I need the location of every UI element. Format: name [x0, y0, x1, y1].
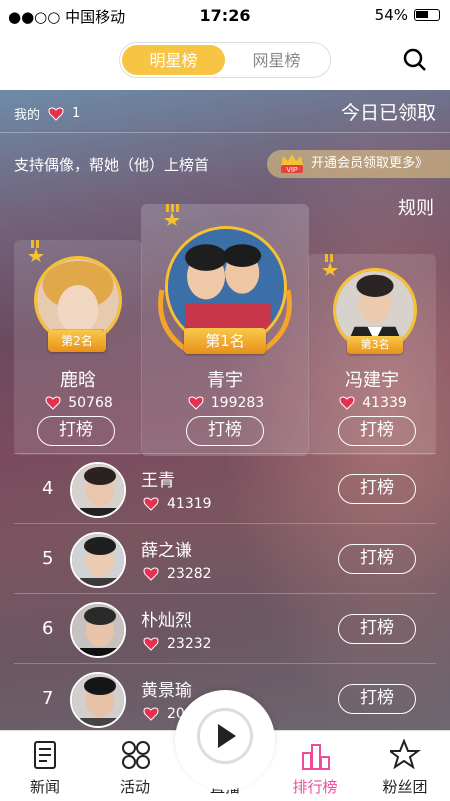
tab-fans[interactable]: 粉丝团	[360, 731, 450, 801]
star-name: 朴灿烈	[141, 611, 192, 631]
podium-icon	[302, 744, 330, 770]
live-play-button[interactable]	[175, 690, 275, 790]
rank-number: 4	[42, 478, 54, 499]
play-ring	[197, 708, 253, 764]
avatar[interactable]	[70, 532, 126, 588]
vote-button[interactable]: 打榜	[338, 614, 416, 644]
score-value: 41319	[167, 496, 212, 512]
my-label: 我的	[14, 108, 41, 123]
activity-icon	[122, 741, 150, 769]
rank-number: 6	[42, 618, 54, 639]
tab-web-star-ranking[interactable]: 网星榜	[225, 45, 328, 75]
vip-button[interactable]: VIP 开通会员领取更多》	[267, 150, 450, 178]
tab-news[interactable]: 新闻	[0, 731, 90, 801]
rank1-badge: 第1名	[184, 328, 266, 354]
heart-icon	[143, 497, 159, 511]
heart-icon	[143, 637, 159, 651]
rank2-name: 鹿晗	[60, 370, 96, 391]
heart-icon	[339, 396, 355, 410]
vote-button[interactable]: 打榜	[338, 474, 416, 504]
star-name: 薛之谦	[141, 541, 192, 561]
medal-icon	[28, 240, 44, 262]
avatar[interactable]	[70, 462, 126, 518]
vote-button-rank2[interactable]: 打榜	[37, 416, 115, 446]
vip-label: 开通会员领取更多》	[311, 156, 429, 171]
my-count: 1	[72, 106, 81, 121]
score-value: 23282	[167, 566, 212, 582]
heart-icon	[143, 707, 159, 721]
score-value: 50768	[68, 395, 113, 411]
support-text: 支持偶像，帮她（他）上榜首	[14, 156, 210, 174]
heart-icon	[45, 396, 61, 410]
rank3-name: 冯建宇	[345, 370, 399, 391]
vote-button-rank3[interactable]: 打榜	[338, 416, 416, 446]
vote-button-rank1[interactable]: 打榜	[186, 416, 264, 446]
tab-label: 新闻	[29, 778, 60, 796]
list-item[interactable]: 6 朴灿烈 23232 打榜	[14, 593, 436, 663]
heart-icon	[188, 396, 204, 410]
medal-icon	[164, 204, 180, 226]
star-icon	[390, 739, 421, 770]
battery-icon	[414, 9, 440, 21]
avatar[interactable]	[70, 602, 126, 658]
tab-label: 排行榜	[292, 778, 338, 796]
top-navigation: 明星榜 网星榜	[0, 30, 450, 90]
svg-text:VIP: VIP	[286, 167, 298, 174]
rank3-score: 41339	[308, 395, 436, 411]
search-icon[interactable]	[402, 47, 428, 73]
play-icon	[218, 724, 236, 748]
vote-button[interactable]: 打榜	[338, 544, 416, 574]
list-item[interactable]: 5 薛之谦 23282 打榜	[14, 523, 436, 593]
medal-icon	[322, 254, 338, 276]
score-value: 41339	[362, 395, 407, 411]
status-bar: ●●○○ 中国移动 17:26 54%	[0, 0, 450, 30]
vote-button[interactable]: 打榜	[338, 684, 416, 714]
rank3-badge: 第3名	[347, 336, 403, 354]
star-name: 王青	[141, 471, 175, 491]
rank-number: 5	[42, 548, 54, 569]
divider	[0, 132, 450, 133]
tab-star-ranking[interactable]: 明星榜	[122, 45, 225, 75]
tab-label: 活动	[119, 778, 150, 796]
tab-label: 粉丝团	[382, 778, 428, 796]
list-item[interactable]: 4 王青 41319 打榜	[14, 453, 436, 523]
rank-number: 7	[42, 688, 54, 709]
score: 41319	[141, 496, 212, 512]
status-right: 54%	[375, 6, 440, 24]
tab-activity[interactable]: 活动	[90, 731, 180, 801]
my-votes: 我的 1	[14, 104, 80, 123]
rank2-score: 50768	[14, 395, 142, 411]
ranking-segment: 明星榜 网星榜	[119, 42, 331, 78]
score-value: 199283	[210, 395, 265, 411]
avatar[interactable]	[70, 672, 126, 728]
news-icon	[34, 741, 56, 769]
rank1-score: 199283	[141, 395, 309, 411]
rank2-badge: 第2名	[48, 330, 106, 352]
score: 23282	[141, 566, 212, 582]
rank1-name: 青宇	[207, 370, 243, 391]
heart-icon	[143, 567, 159, 581]
battery-percent: 54%	[374, 6, 408, 24]
ranking-panel: 我的 1 今日已领取 支持偶像，帮她（他）上榜首 VIP 开通会员领取更多》 规…	[0, 90, 450, 730]
rules-link[interactable]: 规则	[398, 194, 434, 220]
tab-ranking[interactable]: 排行榜	[270, 731, 360, 801]
score: 23232	[141, 636, 212, 652]
vip-crown-icon: VIP	[281, 154, 303, 174]
heart-icon	[48, 106, 64, 121]
score-value: 23232	[167, 636, 212, 652]
star-name: 黄景瑜	[141, 681, 192, 701]
claimed-today: 今日已领取	[340, 102, 436, 124]
